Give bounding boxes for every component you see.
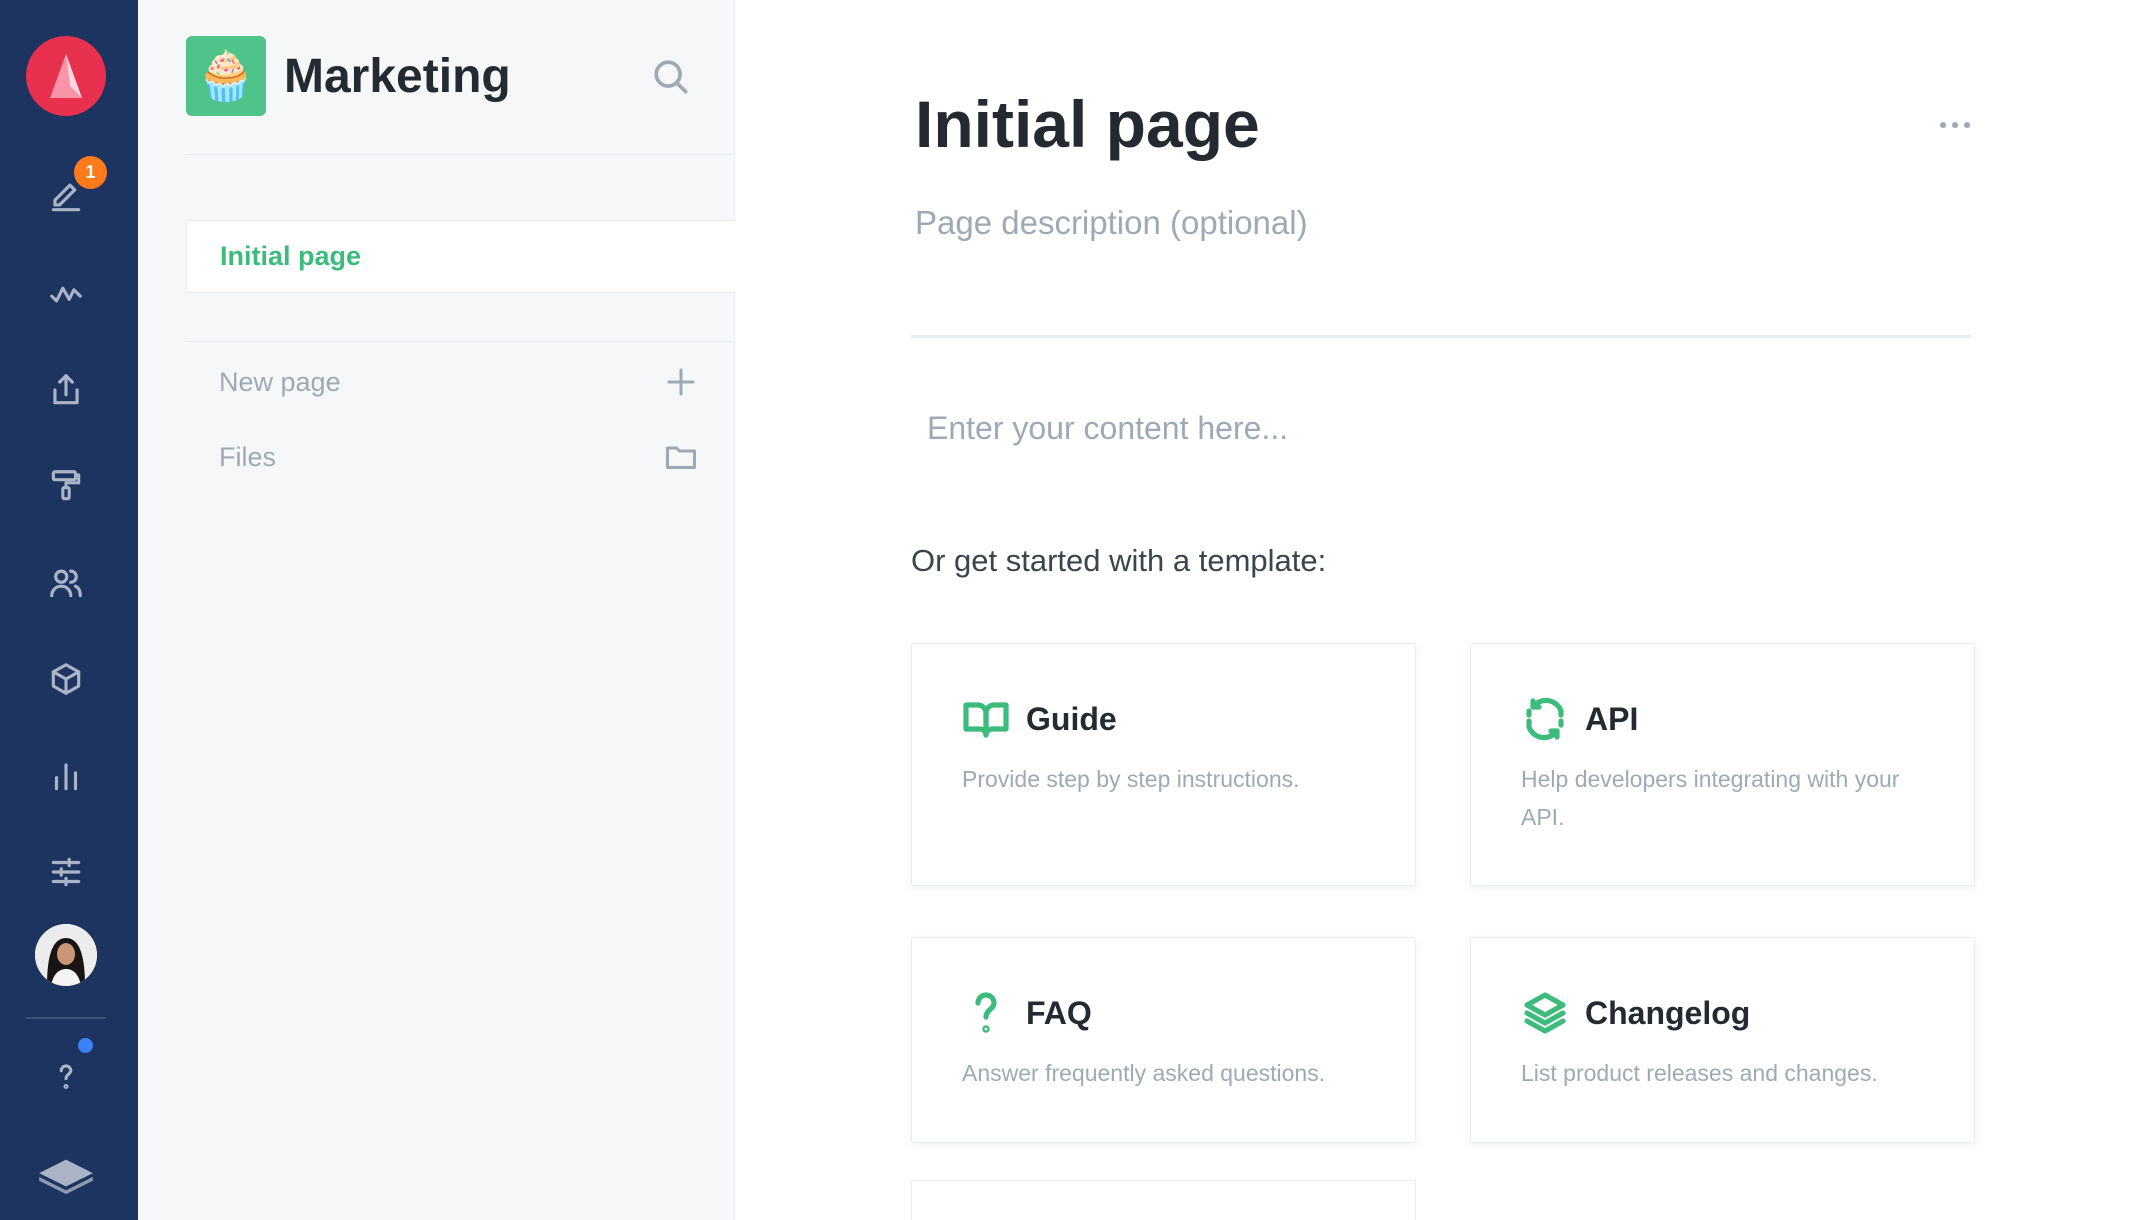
search-icon[interactable] [648, 54, 692, 98]
templates-heading: Or get started with a template: [911, 543, 1327, 578]
space-emoji-icon: 🧁 [186, 36, 266, 116]
app-logo-icon[interactable] [26, 36, 106, 116]
sidebar-item-label: Initial page [220, 241, 362, 271]
plus-icon [667, 368, 695, 396]
settings-sliders-icon[interactable] [39, 845, 93, 899]
notification-badge: 1 [74, 156, 107, 189]
box-icon[interactable] [39, 652, 93, 706]
template-description: List product releases and changes. [1521, 1060, 1878, 1086]
space-emoji: 🧁 [196, 48, 256, 104]
sidebar-divider [186, 341, 735, 342]
paint-roller-icon[interactable] [39, 459, 93, 513]
refresh-icon [1526, 697, 1564, 741]
space-header[interactable]: 🧁 Marketing [186, 36, 511, 116]
users-icon[interactable] [39, 556, 93, 610]
template-card-guide[interactable]: Guide Provide step by step instructions. [911, 643, 1416, 886]
layers-icon [1524, 992, 1566, 1034]
sidebar-item-initial-page[interactable]: Initial page [186, 220, 735, 293]
template-card-more[interactable] [911, 1180, 1416, 1220]
analytics-icon[interactable] [39, 749, 93, 803]
rail-divider [26, 1017, 106, 1019]
template-description: Answer frequently asked questions. [962, 1060, 1326, 1086]
template-card-changelog[interactable]: Changelog List product releases and chan… [1470, 937, 1975, 1143]
page-editor: Initial page Page description (optional)… [735, 0, 2144, 1220]
share-icon[interactable] [39, 363, 93, 417]
template-title: Guide [1026, 700, 1117, 737]
template-description: Provide step by step instructions. [962, 766, 1300, 792]
new-page-button[interactable]: New page [219, 357, 699, 407]
page-description-input[interactable]: Page description (optional) [915, 204, 1308, 242]
template-title: Changelog [1585, 994, 1751, 1031]
sidebar-divider [186, 154, 735, 155]
space-title: Marketing [284, 49, 511, 103]
template-description: Help developers integrating with your AP… [1521, 766, 1900, 830]
activity-icon[interactable] [39, 266, 93, 320]
template-title: FAQ [1026, 994, 1092, 1031]
title-divider [911, 335, 1971, 338]
help-icon[interactable] [39, 1050, 93, 1104]
content-editor[interactable]: Enter your content here... [927, 410, 1288, 447]
new-page-label: New page [219, 366, 341, 397]
help-notification-dot [78, 1038, 93, 1053]
files-label: Files [219, 441, 277, 472]
template-card-api[interactable]: API Help developers integrating with you… [1470, 643, 1975, 886]
more-options-icon[interactable] [1925, 110, 1985, 140]
space-sidebar: 🧁 Marketing Initial page New page Files [138, 0, 735, 1220]
question-icon [975, 992, 997, 1033]
spaces-stack-icon[interactable] [34, 1148, 98, 1202]
files-button[interactable]: Files [219, 432, 699, 482]
user-avatar[interactable] [35, 924, 97, 986]
book-icon [963, 702, 1009, 738]
app-rail: 1 [0, 0, 138, 1220]
page-title[interactable]: Initial page [915, 86, 1260, 162]
template-title: API [1585, 700, 1639, 737]
template-card-faq[interactable]: FAQ Answer frequently asked questions. [911, 937, 1416, 1143]
folder-icon [666, 446, 696, 469]
